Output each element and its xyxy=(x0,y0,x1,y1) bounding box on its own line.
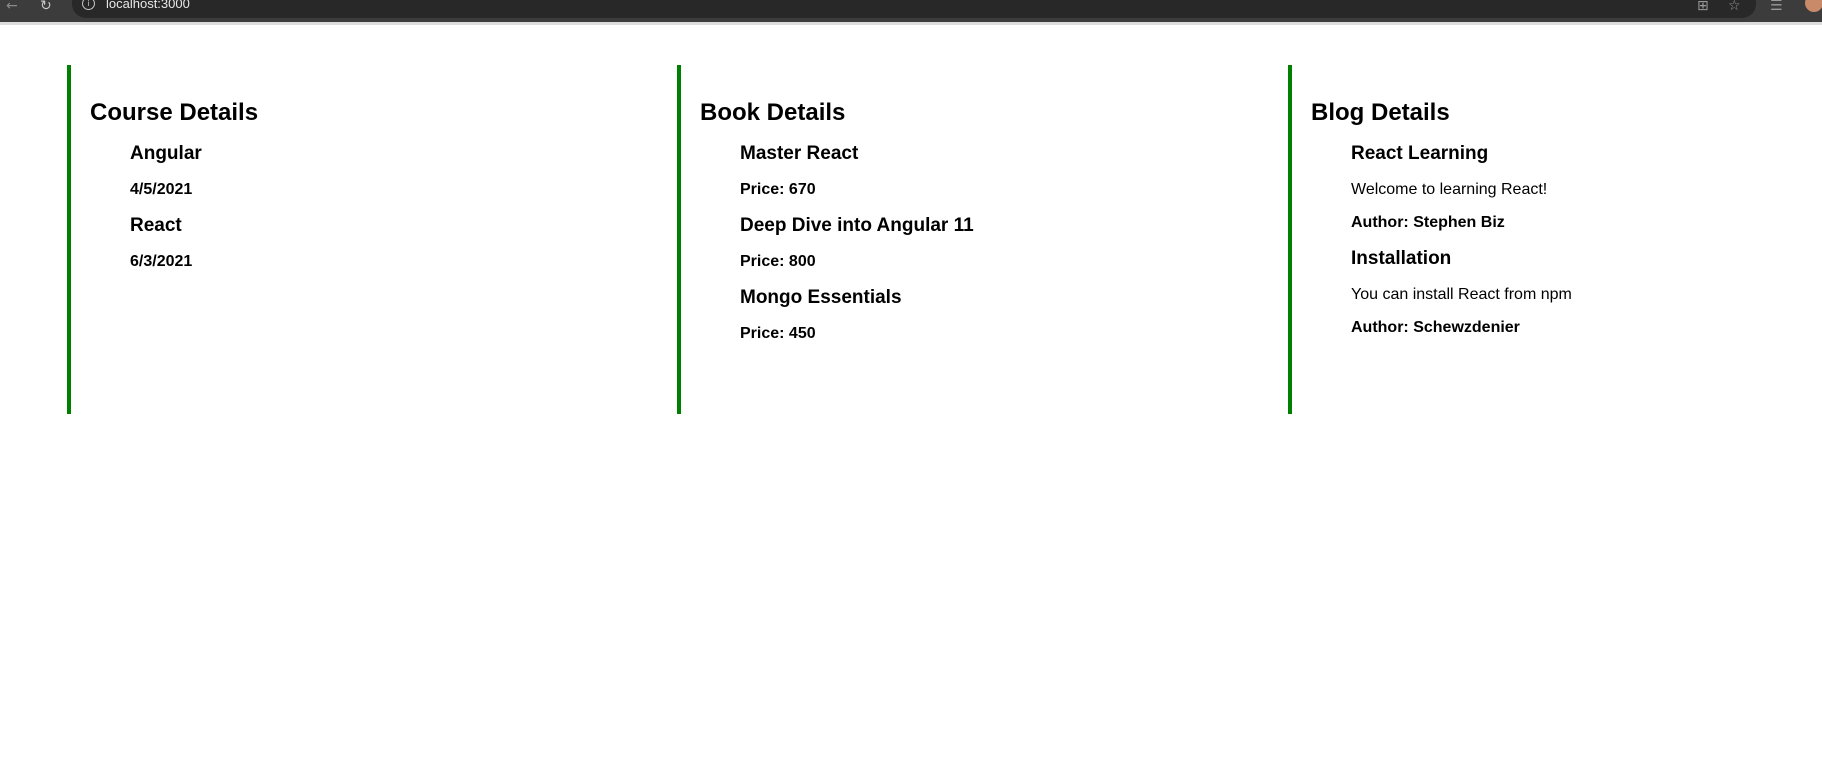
book-price: Price: 450 xyxy=(740,325,816,342)
blog-title: React Learning xyxy=(1351,143,1489,164)
blog-content: Welcome to learning React! xyxy=(1351,181,1548,198)
grid-icon[interactable]: ⊞ xyxy=(1697,0,1709,13)
book-item: Master React Price: 670 xyxy=(740,142,1217,200)
book-price: Price: 800 xyxy=(740,253,816,270)
blog-item: Installation You can install React from … xyxy=(1351,247,1822,338)
course-name: Angular xyxy=(130,143,202,164)
blog-author: Author: Schewzdenier xyxy=(1351,319,1520,336)
viewport-top-border xyxy=(0,22,1822,25)
browser-toolbar: ← ↻ i localhost:3000 ⊞ ☆ ☰ xyxy=(0,0,1822,22)
star-icon[interactable]: ☆ xyxy=(1728,0,1741,13)
course-item: Angular 4/5/2021 xyxy=(130,142,607,200)
book-name: Mongo Essentials xyxy=(740,287,902,308)
course-item: React 6/3/2021 xyxy=(130,214,607,272)
blog-title: Installation xyxy=(1351,248,1452,269)
course-date: 4/5/2021 xyxy=(130,181,193,198)
book-name: Deep Dive into Angular 11 xyxy=(740,215,974,236)
course-details-section: Course Details Angular 4/5/2021 React 6/… xyxy=(67,65,607,414)
book-details-section: Book Details Master React Price: 670 Dee… xyxy=(677,65,1217,414)
book-price: Price: 670 xyxy=(740,181,816,198)
course-name: React xyxy=(130,215,182,236)
back-arrow-icon[interactable]: ← xyxy=(6,0,18,14)
book-item: Mongo Essentials Price: 450 xyxy=(740,286,1217,344)
address-url[interactable]: localhost:3000 xyxy=(106,0,190,11)
blog-author: Author: Stephen Biz xyxy=(1351,214,1505,231)
reading-list-icon[interactable]: ☰ xyxy=(1770,0,1783,13)
avatar[interactable] xyxy=(1805,0,1822,12)
course-date: 6/3/2021 xyxy=(130,253,193,270)
blog-details-section: Blog Details React Learning Welcome to l… xyxy=(1288,65,1822,414)
course-details-title: Course Details xyxy=(90,99,259,126)
reload-icon[interactable]: ↻ xyxy=(40,0,52,14)
book-name: Master React xyxy=(740,143,859,164)
info-icon[interactable]: i xyxy=(82,0,95,10)
book-details-title: Book Details xyxy=(700,99,846,126)
address-bar[interactable]: i localhost:3000 xyxy=(72,0,1756,18)
blog-content: You can install React from npm xyxy=(1351,286,1572,303)
blog-details-title: Blog Details xyxy=(1311,99,1450,126)
blog-item: React Learning Welcome to learning React… xyxy=(1351,142,1822,233)
book-item: Deep Dive into Angular 11 Price: 800 xyxy=(740,214,1217,272)
